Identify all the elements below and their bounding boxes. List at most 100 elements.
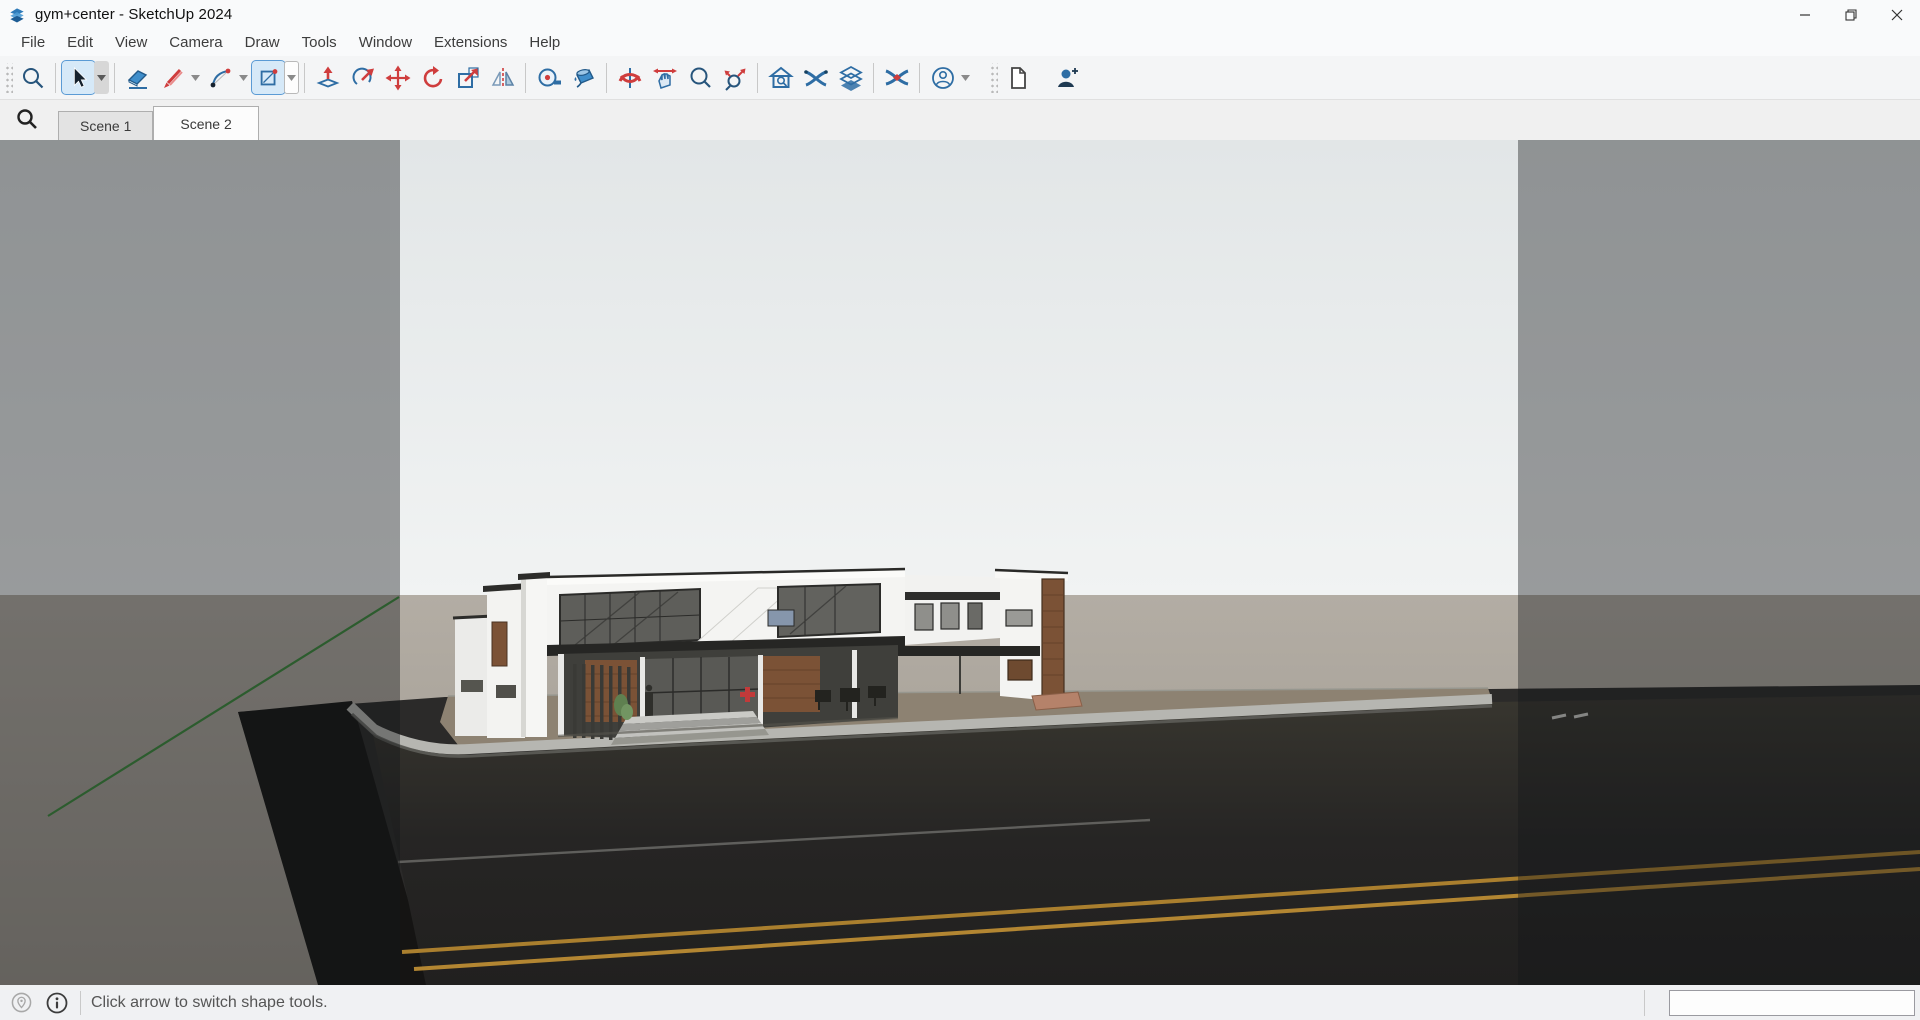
rectangle-shape-icon xyxy=(257,66,281,90)
line-tool-dropdown[interactable] xyxy=(188,60,203,95)
restore-icon xyxy=(1845,9,1857,21)
shapes-tool-button[interactable] xyxy=(251,60,286,95)
orbit-tool-button[interactable] xyxy=(612,60,647,95)
toolbar-separator xyxy=(606,63,607,93)
move-tool-button[interactable] xyxy=(380,60,415,95)
flip-icon xyxy=(490,65,516,91)
line-tool-button[interactable] xyxy=(155,60,190,95)
sketchup-logo-icon xyxy=(7,5,27,25)
minimize-icon xyxy=(1799,9,1811,21)
tape-measure-tool-button[interactable] xyxy=(531,60,566,95)
account-person-icon xyxy=(930,65,956,91)
zoom-icon xyxy=(687,65,713,91)
dim-overlay-left xyxy=(0,140,400,985)
push-pull-icon xyxy=(315,65,341,91)
toolbar-separator xyxy=(919,63,920,93)
chevron-down-icon xyxy=(961,75,970,81)
toolbar-separator xyxy=(525,63,526,93)
select-tool-button[interactable] xyxy=(61,60,96,95)
zoom-extents-icon xyxy=(722,65,748,91)
search-tool-button[interactable] xyxy=(15,60,50,95)
menu-file[interactable]: File xyxy=(10,31,56,54)
account-button[interactable] xyxy=(925,60,960,95)
add-person-button[interactable] xyxy=(1049,60,1084,95)
chevron-down-icon xyxy=(287,75,296,81)
sandbox-from-scratch-button[interactable] xyxy=(833,60,868,95)
new-document-button[interactable] xyxy=(1000,60,1035,95)
push-pull-tool-button[interactable] xyxy=(310,60,345,95)
statusbar-separator xyxy=(1644,990,1645,1016)
contours-wave-icon xyxy=(803,65,829,91)
menu-draw[interactable]: Draw xyxy=(234,31,291,54)
toolbar-separator xyxy=(55,63,56,93)
pan-hand-icon xyxy=(652,65,678,91)
menu-tools[interactable]: Tools xyxy=(291,31,348,54)
orbit-icon xyxy=(617,65,643,91)
scene-tab-1[interactable]: Scene 1 xyxy=(58,111,153,140)
toolbar-separator xyxy=(304,63,305,93)
window-title: gym+center - SketchUp 2024 xyxy=(35,6,232,23)
menu-bar: File Edit View Camera Draw Tools Window … xyxy=(0,29,1920,56)
eraser-icon xyxy=(125,65,151,91)
measurements-input[interactable] xyxy=(1669,990,1915,1016)
minimize-button[interactable] xyxy=(1782,0,1828,29)
toolbar-separator xyxy=(114,63,115,93)
zoom-tool-button[interactable] xyxy=(682,60,717,95)
paint-bucket-icon xyxy=(571,65,597,91)
follow-me-icon xyxy=(350,65,376,91)
info-button[interactable] xyxy=(42,988,72,1018)
pan-tool-button[interactable] xyxy=(647,60,682,95)
search-icon xyxy=(20,65,46,91)
toolbar-separator xyxy=(757,63,758,93)
status-bar: Click arrow to switch shape tools. xyxy=(0,985,1920,1020)
smoove-wave-icon xyxy=(884,65,910,91)
add-person-icon xyxy=(1054,65,1080,91)
info-icon xyxy=(46,992,68,1014)
toolbar-grip-handle[interactable] xyxy=(989,63,998,93)
geolocation-button[interactable] xyxy=(6,988,36,1018)
select-arrow-icon xyxy=(67,66,91,90)
menu-help[interactable]: Help xyxy=(518,31,571,54)
shapes-tool-dropdown[interactable] xyxy=(284,61,299,94)
scene-tab-2[interactable]: Scene 2 xyxy=(153,106,258,140)
scale-tool-button[interactable] xyxy=(450,60,485,95)
close-button[interactable] xyxy=(1874,0,1920,29)
menu-window[interactable]: Window xyxy=(348,31,423,54)
rotate-icon xyxy=(420,65,446,91)
arc-tool-dropdown[interactable] xyxy=(236,60,251,95)
sandbox-from-contours-button[interactable] xyxy=(798,60,833,95)
paint-bucket-tool-button[interactable] xyxy=(566,60,601,95)
scale-icon xyxy=(455,65,481,91)
zoom-extents-tool-button[interactable] xyxy=(717,60,752,95)
viewport-canvas[interactable] xyxy=(0,140,1920,985)
toolbar-separator xyxy=(873,63,874,93)
chevron-down-icon xyxy=(191,75,200,81)
sandbox-smoove-button[interactable] xyxy=(879,60,914,95)
pencil-icon xyxy=(160,65,186,91)
tape-measure-icon xyxy=(536,65,562,91)
arc-icon xyxy=(208,65,234,91)
search-icon xyxy=(15,107,39,131)
statusbar-separator xyxy=(80,991,81,1015)
geolocation-icon xyxy=(11,992,32,1013)
3d-warehouse-button[interactable] xyxy=(763,60,798,95)
menu-camera[interactable]: Camera xyxy=(158,31,233,54)
account-dropdown[interactable] xyxy=(958,60,973,95)
rotate-tool-button[interactable] xyxy=(415,60,450,95)
arc-tool-button[interactable] xyxy=(203,60,238,95)
main-toolbar xyxy=(0,56,1920,100)
close-icon xyxy=(1891,9,1903,21)
viewport[interactable] xyxy=(0,140,1920,985)
chevron-down-icon xyxy=(239,75,248,81)
scene-search-button[interactable] xyxy=(10,102,44,136)
eraser-tool-button[interactable] xyxy=(120,60,155,95)
warehouse-house-icon xyxy=(768,65,794,91)
menu-extensions[interactable]: Extensions xyxy=(423,31,518,54)
flip-tool-button[interactable] xyxy=(485,60,520,95)
menu-view[interactable]: View xyxy=(104,31,158,54)
toolbar-grip-handle[interactable] xyxy=(4,63,13,93)
menu-edit[interactable]: Edit xyxy=(56,31,104,54)
follow-me-tool-button[interactable] xyxy=(345,60,380,95)
restore-button[interactable] xyxy=(1828,0,1874,29)
select-tool-dropdown[interactable] xyxy=(94,61,109,94)
